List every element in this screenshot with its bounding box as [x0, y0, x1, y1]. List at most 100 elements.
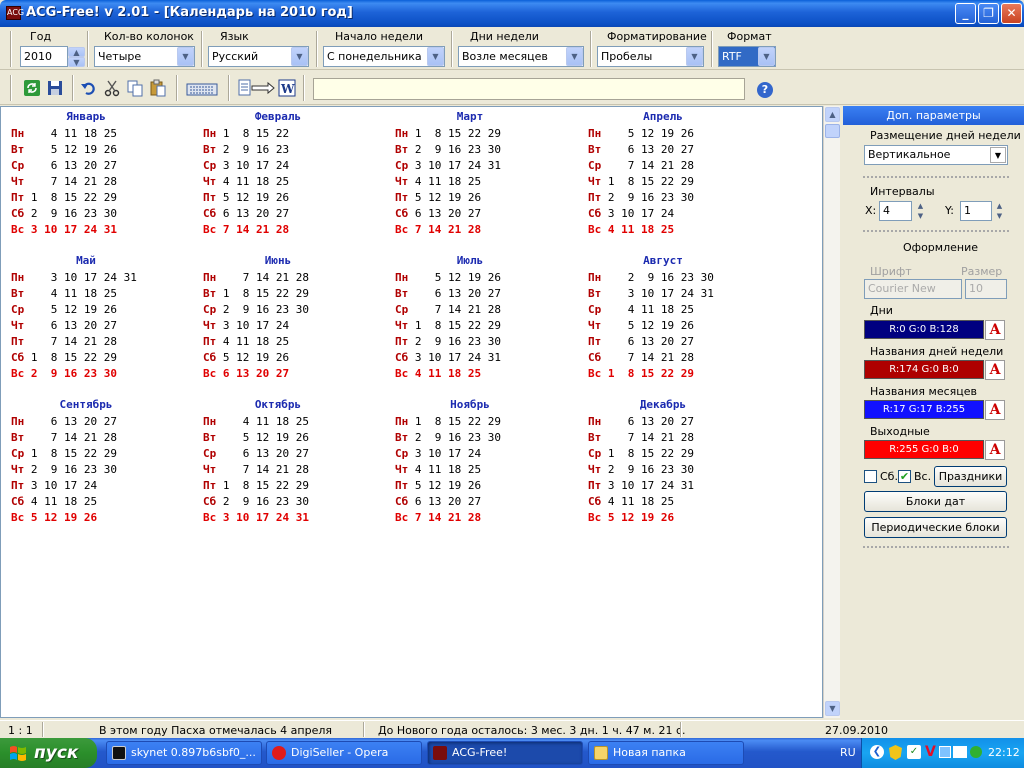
month-names-font-icon[interactable]: A: [985, 400, 1005, 420]
week-row: Пн 6 13 20 27: [588, 415, 694, 431]
day-numbers: 7 14 21 28: [216, 463, 309, 476]
day-placement-select[interactable]: Вертикальное: [864, 145, 1008, 165]
week-row: Пт 5 12 19 26: [395, 191, 481, 207]
chevron-left-icon[interactable]: ❮: [870, 745, 884, 759]
week-row: Пн 5 12 19 26: [588, 127, 694, 143]
scroll-down-icon[interactable]: ▼: [825, 701, 840, 716]
chevron-down-icon[interactable]: ▼: [758, 47, 775, 66]
week-start-label: Начало недели: [335, 30, 424, 43]
weekday-label: Вт: [588, 143, 602, 156]
chevron-down-icon[interactable]: ▼: [177, 47, 194, 66]
y-interval-field[interactable]: 1: [960, 201, 992, 221]
day-numbers: 2 9 16 23 30: [24, 207, 117, 220]
sunday-label: Вс.: [914, 470, 932, 483]
week-row: Пн 5 12 19 26: [395, 271, 501, 287]
day-numbers: 4 11 18 25: [408, 175, 482, 188]
current-date: 27.09.2010: [825, 724, 888, 737]
year-down-icon[interactable]: ▼: [68, 57, 85, 67]
week-row: Ср 7 14 21 28: [395, 303, 501, 319]
cut-icon[interactable]: [103, 79, 121, 97]
month-block: Февраль Пн 1 8 15 22 Вт 2 9 16 23 Ср 3 10 1…: [203, 110, 393, 245]
separator: [590, 31, 592, 67]
weekday-label: Чт: [203, 175, 217, 188]
security-icon[interactable]: [970, 746, 982, 758]
day-numbers: 5 12 19 26: [408, 191, 482, 204]
export-icon[interactable]: [238, 79, 276, 97]
shield-icon[interactable]: [889, 745, 902, 760]
day-numbers: 3 10 17 24: [24, 479, 98, 492]
chevron-down-icon[interactable]: ▼: [427, 47, 444, 66]
antivirus-icon[interactable]: V: [925, 744, 936, 760]
keyboard-icon[interactable]: [186, 79, 218, 97]
help-icon[interactable]: ?: [757, 82, 773, 98]
month-name: Май: [76, 254, 96, 267]
chevron-down-icon[interactable]: ▼: [566, 47, 583, 66]
scroll-thumb[interactable]: [825, 124, 840, 138]
chevron-down-icon[interactable]: ▼: [686, 47, 703, 66]
week-row: Сб 6 13 20 27: [203, 207, 289, 223]
minimize-button[interactable]: _: [955, 3, 976, 24]
separator: [176, 75, 178, 101]
undo-icon[interactable]: [80, 79, 98, 97]
separator: [72, 75, 74, 101]
task-folder[interactable]: Новая папка: [588, 741, 744, 765]
day-numbers: 1 8 15 22 29: [601, 367, 694, 380]
weekday-names-font-icon[interactable]: A: [985, 360, 1005, 380]
save-icon[interactable]: [46, 79, 64, 97]
weekday-label: Ср: [588, 159, 602, 172]
copy-icon[interactable]: [126, 79, 144, 97]
sunday-checkbox[interactable]: ✔: [898, 470, 911, 483]
year-field[interactable]: 2010: [20, 46, 68, 67]
year-up-icon[interactable]: ▲: [68, 47, 85, 57]
year-label: Год: [30, 30, 52, 43]
weekday-names-color-bar[interactable]: R:174 G:0 B:0: [864, 360, 984, 379]
periodic-blocks-button[interactable]: Периодические блоки: [864, 517, 1007, 538]
network-icon[interactable]: [939, 746, 951, 758]
month-block: Ноябрь Пн 1 8 15 22 29 Вт 2 9 16 23 30 Ср 3…: [395, 398, 585, 533]
task-opera[interactable]: DigiSeller - Opera: [266, 741, 422, 765]
font-select: Courier New: [864, 279, 962, 299]
chevron-down-icon[interactable]: ▼: [990, 147, 1006, 163]
weekday-label: Пн: [588, 271, 602, 284]
separator: [316, 31, 318, 67]
weekday-label: Ср: [395, 303, 409, 316]
day-numbers: 2 9 16 23 30: [601, 271, 714, 284]
language-indicator[interactable]: RU: [840, 746, 856, 759]
saturday-checkbox[interactable]: [864, 470, 877, 483]
weekday-label: Чт: [203, 463, 217, 476]
mail-icon[interactable]: [953, 746, 967, 758]
vertical-scrollbar[interactable]: ▲ ▼: [823, 106, 840, 718]
x-spinner-icon[interactable]: ▲ ▼: [914, 201, 927, 221]
holidays-button[interactable]: Праздники: [934, 466, 1007, 487]
date-blocks-button[interactable]: Блоки дат: [864, 491, 1007, 512]
task-acg-free[interactable]: ACG-Free!: [427, 741, 583, 765]
word-icon[interactable]: W: [278, 79, 296, 97]
check-icon[interactable]: ✓: [907, 745, 921, 759]
weekends-color-bar[interactable]: R:255 G:0 B:0: [864, 440, 984, 459]
month-names-color-bar[interactable]: R:17 G:17 B:255: [864, 400, 984, 419]
clock[interactable]: 22:12: [988, 746, 1020, 759]
start-button[interactable]: пуск: [0, 738, 97, 768]
weekends-font-icon[interactable]: A: [985, 440, 1005, 460]
days-font-icon[interactable]: A: [985, 320, 1005, 340]
day-numbers: 2 9 16 23 30: [408, 143, 501, 156]
close-button[interactable]: ✕: [1001, 3, 1022, 24]
task-skynet[interactable]: skynet 0.897b6sbf0_...: [106, 741, 262, 765]
y-spinner-icon[interactable]: ▲ ▼: [993, 201, 1006, 221]
calendar-view[interactable]: Январь Пн 4 11 18 25 Вт 5 12 19 26 Ср 6 13 …: [0, 106, 823, 718]
days-color-bar[interactable]: R:0 G:0 B:128: [864, 320, 984, 339]
title-bar[interactable]: ACG ACG-Free! v 2.01 - [Календарь на 201…: [0, 0, 1024, 27]
maximize-button[interactable]: ❐: [978, 3, 999, 24]
weekday-label: Чт: [395, 463, 409, 476]
day-numbers: 5 12 19 26: [216, 191, 290, 204]
day-numbers: 4 11 18 25: [408, 463, 482, 476]
chevron-down-icon[interactable]: ▼: [291, 47, 308, 66]
week-row: Чт 5 12 19 26: [588, 319, 694, 335]
x-interval-field[interactable]: 4: [879, 201, 912, 221]
weekday-label: Сб: [588, 207, 602, 220]
refresh-icon[interactable]: [23, 79, 41, 97]
paste-icon[interactable]: [149, 79, 167, 97]
scroll-up-icon[interactable]: ▲: [825, 107, 840, 122]
weekday-label: Чт: [11, 175, 25, 188]
week-row: Пн 4 11 18 25: [203, 415, 309, 431]
